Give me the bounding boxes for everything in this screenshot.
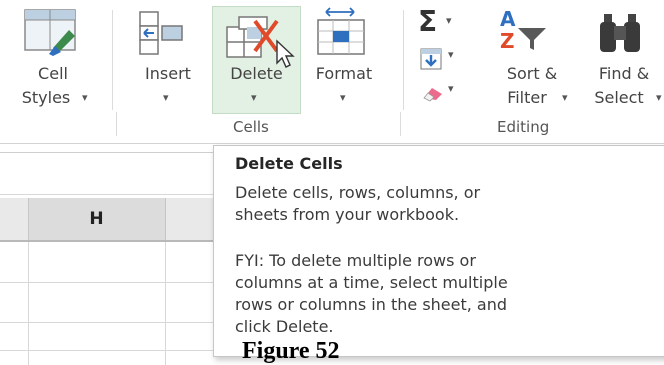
- sort-filter-label-line2: Filter: [507, 88, 547, 107]
- format-cells-icon: [314, 6, 370, 62]
- tooltip-fyi-line: rows or columns in the sheet, and: [235, 295, 508, 314]
- sigma-icon: Σ: [418, 5, 438, 38]
- chevron-down-icon: ▾: [163, 91, 169, 104]
- chevron-down-icon: ▾: [251, 91, 257, 104]
- separator: [403, 10, 404, 110]
- cell-styles-icon: [23, 8, 81, 62]
- tooltip-fyi-line: FYI: To delete multiple rows or: [235, 251, 476, 270]
- sort-filter-button[interactable]: A Z Sort & Filter ▾: [492, 0, 572, 110]
- delete-label: Delete: [230, 64, 283, 83]
- group-label-cells: Cells: [233, 118, 269, 136]
- chevron-down-icon: ▾: [448, 48, 454, 61]
- chevron-down-icon: ▾: [82, 91, 88, 104]
- binoculars-icon: [594, 12, 646, 60]
- svg-text:A: A: [500, 7, 516, 31]
- column-divider: [165, 198, 166, 240]
- separator: [400, 112, 401, 136]
- group-label-editing: Editing: [497, 118, 550, 136]
- find-select-label-line1: Find &: [598, 64, 650, 83]
- fill-button[interactable]: ▾: [418, 46, 464, 76]
- separator: [116, 112, 117, 136]
- find-select-label-line2: Select: [594, 88, 644, 107]
- chevron-down-icon: ▾: [446, 14, 452, 27]
- insert-cells-icon: [138, 10, 194, 62]
- grid-column-line: [28, 242, 29, 365]
- format-label: Format: [315, 64, 373, 83]
- tooltip-description: Delete cells, rows, columns, or sheets f…: [235, 182, 655, 226]
- eraser-icon: [420, 84, 444, 106]
- clear-button[interactable]: ▾: [418, 80, 464, 110]
- grid-column-line: [165, 242, 166, 365]
- fill-down-icon: [420, 48, 442, 74]
- tooltip-description-line: sheets from your workbook.: [235, 205, 460, 224]
- tooltip-fyi: FYI: To delete multiple rows or columns …: [235, 250, 655, 338]
- chevron-down-icon: ▾: [656, 91, 662, 104]
- column-header-h[interactable]: H: [28, 198, 165, 240]
- delete-cells-tooltip: Delete Cells Delete cells, rows, columns…: [213, 145, 664, 357]
- tooltip-fyi-line: click Delete.: [235, 317, 334, 336]
- format-button[interactable]: Format ▾: [306, 0, 382, 110]
- cell-styles-label-line1: Cell: [38, 64, 68, 83]
- sort-filter-icon: A Z: [498, 4, 548, 60]
- separator: [112, 10, 113, 110]
- tooltip-title: Delete Cells: [235, 154, 343, 173]
- find-select-button[interactable]: Find & Select ▾: [578, 0, 664, 110]
- chevron-down-icon: ▾: [448, 82, 454, 95]
- svg-text:Z: Z: [500, 29, 515, 53]
- ribbon: Cell Styles ▾ Insert ▾ Delete ▾ Format ▾…: [0, 0, 664, 144]
- tooltip-description-line: Delete cells, rows, columns, or: [235, 183, 481, 202]
- column-divider: [28, 198, 29, 240]
- cell-styles-label-line2: Styles: [21, 88, 71, 107]
- chevron-down-icon: ▾: [340, 91, 346, 104]
- figure-caption: Figure 52: [242, 338, 340, 364]
- chevron-down-icon: ▾: [562, 91, 568, 104]
- cell-styles-button[interactable]: Cell Styles ▾: [8, 0, 98, 110]
- sort-filter-label-line1: Sort &: [506, 64, 558, 83]
- tooltip-fyi-line: columns at a time, select multiple: [235, 273, 508, 292]
- autosum-button[interactable]: Σ ▾: [418, 8, 464, 44]
- insert-label: Insert: [145, 64, 191, 83]
- delete-button[interactable]: Delete ▾: [212, 6, 301, 114]
- insert-button[interactable]: Insert ▾: [132, 0, 204, 110]
